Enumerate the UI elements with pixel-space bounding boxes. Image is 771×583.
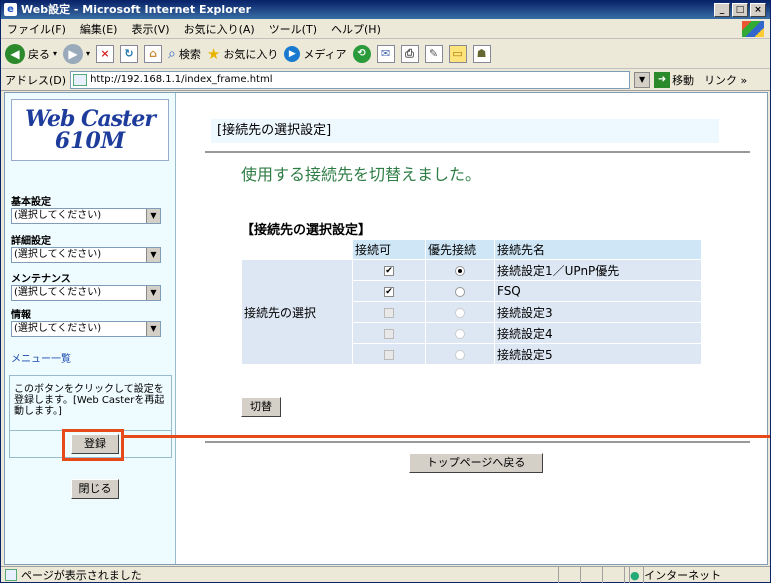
enable-checkbox-2[interactable]: ✔: [384, 286, 394, 297]
go-button[interactable]: ➜ 移動: [654, 71, 694, 88]
page-icon: [5, 569, 17, 581]
menu-list-link[interactable]: メニュー一覧: [11, 350, 71, 365]
webcaster-logo: Web Caster 610M: [11, 99, 169, 161]
top-page-button[interactable]: トップページへ戻る: [409, 453, 543, 473]
back-button[interactable]: ◀ 戻る ▾: [5, 43, 57, 64]
history-icon[interactable]: ⟲: [352, 44, 371, 63]
col-name: 接続先名: [495, 240, 701, 259]
maintenance-select[interactable]: (選択してください) ▼: [11, 285, 161, 301]
connection-name-1: 接続設定1／UPnP優先: [495, 260, 701, 280]
close-button[interactable]: 閉じる: [71, 479, 119, 499]
connection-name-5: 接続設定5: [495, 344, 701, 364]
enable-checkbox-4: [384, 328, 394, 339]
star-icon: ★: [206, 44, 221, 63]
toolbar: ◀ 戻る ▾ ▶ ▾ × ↻ ⌂ ⌕ 検索 ★ お気に入り ▶ メディア ⟲ ✉…: [1, 39, 770, 69]
advanced-settings-select[interactable]: (選択してください) ▼: [11, 247, 161, 263]
enable-checkbox-5: [384, 349, 394, 360]
switch-button[interactable]: 切替: [241, 397, 281, 417]
menu-edit[interactable]: 編集(E): [80, 21, 118, 37]
go-arrow-icon: ➜: [654, 71, 671, 88]
divider: [205, 151, 750, 153]
enable-checkbox-1[interactable]: ✔: [384, 265, 394, 276]
connection-table: 接続可 優先接続 接続先名 接続先の選択 ✔ 接続設定1／UPnP優先 ✔ FS…: [241, 239, 702, 365]
ie-icon: e: [4, 3, 17, 16]
close-window-button[interactable]: ×: [750, 3, 766, 17]
back-arrow-icon: ◀: [5, 43, 25, 64]
edit-icon[interactable]: ✎: [424, 44, 443, 63]
advanced-settings-group: 詳細設定 (選択してください) ▼: [11, 236, 169, 263]
chevron-down-icon: ▼: [146, 248, 160, 262]
page-content: Web Caster 610M 基本設定 (選択してください) ▼ 詳細設定 (選…: [4, 92, 768, 565]
priority-radio-1[interactable]: [455, 265, 465, 276]
basic-settings-group: 基本設定 (選択してください) ▼: [11, 197, 169, 224]
address-dropdown-button[interactable]: ▼: [634, 71, 651, 88]
browser-window: e Web設定 - Microsoft Internet Explorer _ …: [0, 0, 771, 583]
search-button[interactable]: ⌕ 検索: [168, 46, 201, 62]
search-icon: ⌕: [168, 45, 176, 62]
chevron-down-icon: ▼: [146, 322, 160, 336]
basic-settings-select[interactable]: (選択してください) ▼: [11, 208, 161, 224]
chevron-down-icon: ▼: [146, 209, 160, 223]
sidebar-frame: Web Caster 610M 基本設定 (選択してください) ▼ 詳細設定 (選…: [5, 93, 176, 564]
favorites-button[interactable]: ★ お気に入り: [207, 45, 278, 63]
address-label: アドレス(D): [5, 73, 67, 87]
media-icon: ▶: [284, 45, 301, 62]
forward-button[interactable]: ▶ ▾: [63, 43, 90, 64]
info-select[interactable]: (選択してください) ▼: [11, 321, 161, 337]
maintenance-group: メンテナンス (選択してください) ▼: [11, 274, 169, 301]
print-icon[interactable]: ⎙: [400, 44, 419, 63]
forward-arrow-icon: ▶: [63, 43, 84, 64]
connection-name-3: 接続設定3: [495, 302, 701, 322]
connection-name-4: 接続設定4: [495, 323, 701, 343]
maximize-button[interactable]: □: [732, 3, 748, 17]
windows-logo-icon: [742, 21, 764, 37]
enable-checkbox-3: [384, 307, 394, 318]
menu-help[interactable]: ヘルプ(H): [331, 21, 381, 37]
refresh-icon[interactable]: ↻: [120, 44, 139, 63]
globe-icon: ●: [629, 567, 640, 583]
register-note: このボタンをクリックして設定を登録します。[Web Casterを再起動します。…: [14, 384, 165, 417]
result-message: 使用する接続先を切替えました。: [241, 165, 482, 184]
messenger-icon[interactable]: ☗: [472, 44, 491, 63]
chevron-down-icon: ▼: [146, 286, 160, 300]
divider: [205, 441, 750, 443]
priority-radio-3: [455, 307, 465, 318]
col-enabled: 接続可: [353, 240, 425, 259]
home-icon[interactable]: ⌂: [144, 44, 163, 63]
menu-bar: ファイル(F) 編集(E) 表示(V) お気に入り(A) ツール(T) ヘルプ(…: [1, 19, 770, 39]
section-title: 【接続先の選択設定】: [241, 223, 372, 238]
highlight-line: [124, 435, 770, 438]
priority-radio-5: [455, 349, 465, 360]
priority-radio-4: [455, 328, 465, 339]
status-bar: ページが表示されました ● インターネット: [1, 566, 770, 583]
minimize-button[interactable]: _: [714, 3, 730, 17]
menu-favorites[interactable]: お気に入り(A): [184, 21, 255, 37]
media-button[interactable]: ▶ メディア: [284, 45, 347, 62]
col-priority: 優先接続: [426, 240, 494, 259]
mail-icon[interactable]: ✉: [376, 44, 395, 63]
menu-view[interactable]: 表示(V): [131, 21, 169, 37]
row-label: 接続先の選択: [242, 260, 352, 364]
links-button[interactable]: リンク »: [704, 72, 747, 88]
page-title: [接続先の選択設定]: [211, 119, 719, 143]
menu-tools[interactable]: ツール(T): [269, 21, 317, 37]
stop-icon[interactable]: ×: [96, 44, 115, 63]
table-row: 接続先の選択 ✔ 接続設定1／UPnP優先: [242, 260, 701, 364]
folder-icon[interactable]: ▭: [448, 44, 467, 63]
title-bar: e Web設定 - Microsoft Internet Explorer _ …: [1, 1, 770, 19]
address-input[interactable]: http://192.168.1.1/index_frame.html: [70, 70, 631, 89]
page-icon: [73, 73, 88, 86]
window-title: Web設定 - Microsoft Internet Explorer: [21, 3, 252, 16]
address-bar: アドレス(D) http://192.168.1.1/index_frame.h…: [1, 69, 770, 91]
zone-text: インターネット: [643, 567, 722, 583]
main-frame: [接続先の選択設定] 使用する接続先を切替えました。 【接続先の選択設定】 接続…: [177, 93, 767, 564]
info-group: 情報 (選択してください) ▼: [11, 310, 169, 337]
menu-file[interactable]: ファイル(F): [7, 21, 66, 37]
priority-radio-2[interactable]: [455, 286, 465, 297]
status-text: ページが表示されました: [21, 569, 142, 582]
highlight-box: [62, 429, 124, 461]
connection-name-2: FSQ: [495, 281, 701, 301]
